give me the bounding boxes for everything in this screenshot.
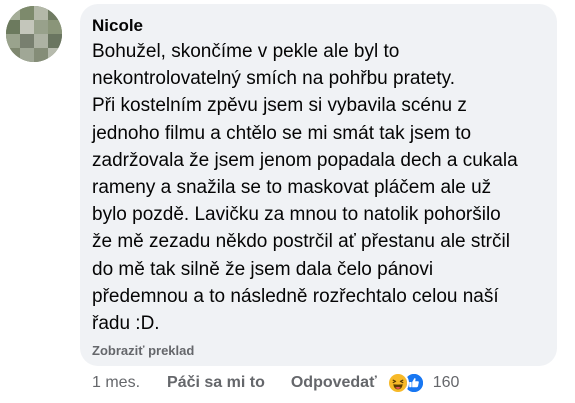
comment-author[interactable]: Nicole bbox=[92, 15, 545, 37]
haha-icon bbox=[386, 372, 409, 394]
comment-text-line: do mě tak silně že jsem dala čelo pánovi bbox=[92, 258, 434, 280]
comment-text-line: bylo pozdě. Lavičku za mnou to natolik p… bbox=[92, 204, 501, 226]
comment-text-line: Bohužel, skončíme v pekle ale byl to bbox=[92, 41, 400, 62]
comment-timestamp[interactable]: 1 mes. bbox=[92, 374, 140, 392]
comment-text-line: zadržovala že jsem jenom popadala dech a… bbox=[92, 149, 518, 171]
like-button[interactable]: Páči sa mi to bbox=[167, 374, 265, 392]
comment-text-line: předemnou a to následně rozřechtalo celo… bbox=[92, 285, 499, 307]
reaction-count[interactable]: 160 bbox=[433, 374, 460, 392]
comment-text-line: řadu :D. bbox=[92, 313, 160, 335]
comment-bubble: Nicole Bohužel, skončíme v pekle ale byl… bbox=[80, 4, 557, 366]
comment-text-line: nekontrolovatelný smích na pohřbu pratet… bbox=[92, 68, 455, 90]
avatar-image bbox=[6, 6, 62, 62]
see-translation-link[interactable]: Zobraziť preklad bbox=[92, 343, 194, 358]
reactions-summary[interactable] bbox=[386, 372, 425, 394]
comment-text: Bohužel, skončíme v pekle ale byl to nek… bbox=[92, 38, 532, 337]
reply-button[interactable]: Odpovedať bbox=[291, 374, 377, 392]
avatar[interactable] bbox=[6, 6, 62, 62]
comment-text-line: Při kostelním zpěvu jsem si vybavila scé… bbox=[92, 95, 467, 117]
comment-text-line: že mě zezadu někdo postrčil ať přestanu … bbox=[92, 231, 510, 253]
comment-actions: 1 mes. Páči sa mi to Odpovedať 160 bbox=[92, 370, 459, 396]
comment-text-line: rameny a snažila se to maskovat pláčem a… bbox=[92, 177, 492, 199]
comment-text-line: jednoho filmu a chtělo se mi smát tak js… bbox=[92, 122, 472, 144]
